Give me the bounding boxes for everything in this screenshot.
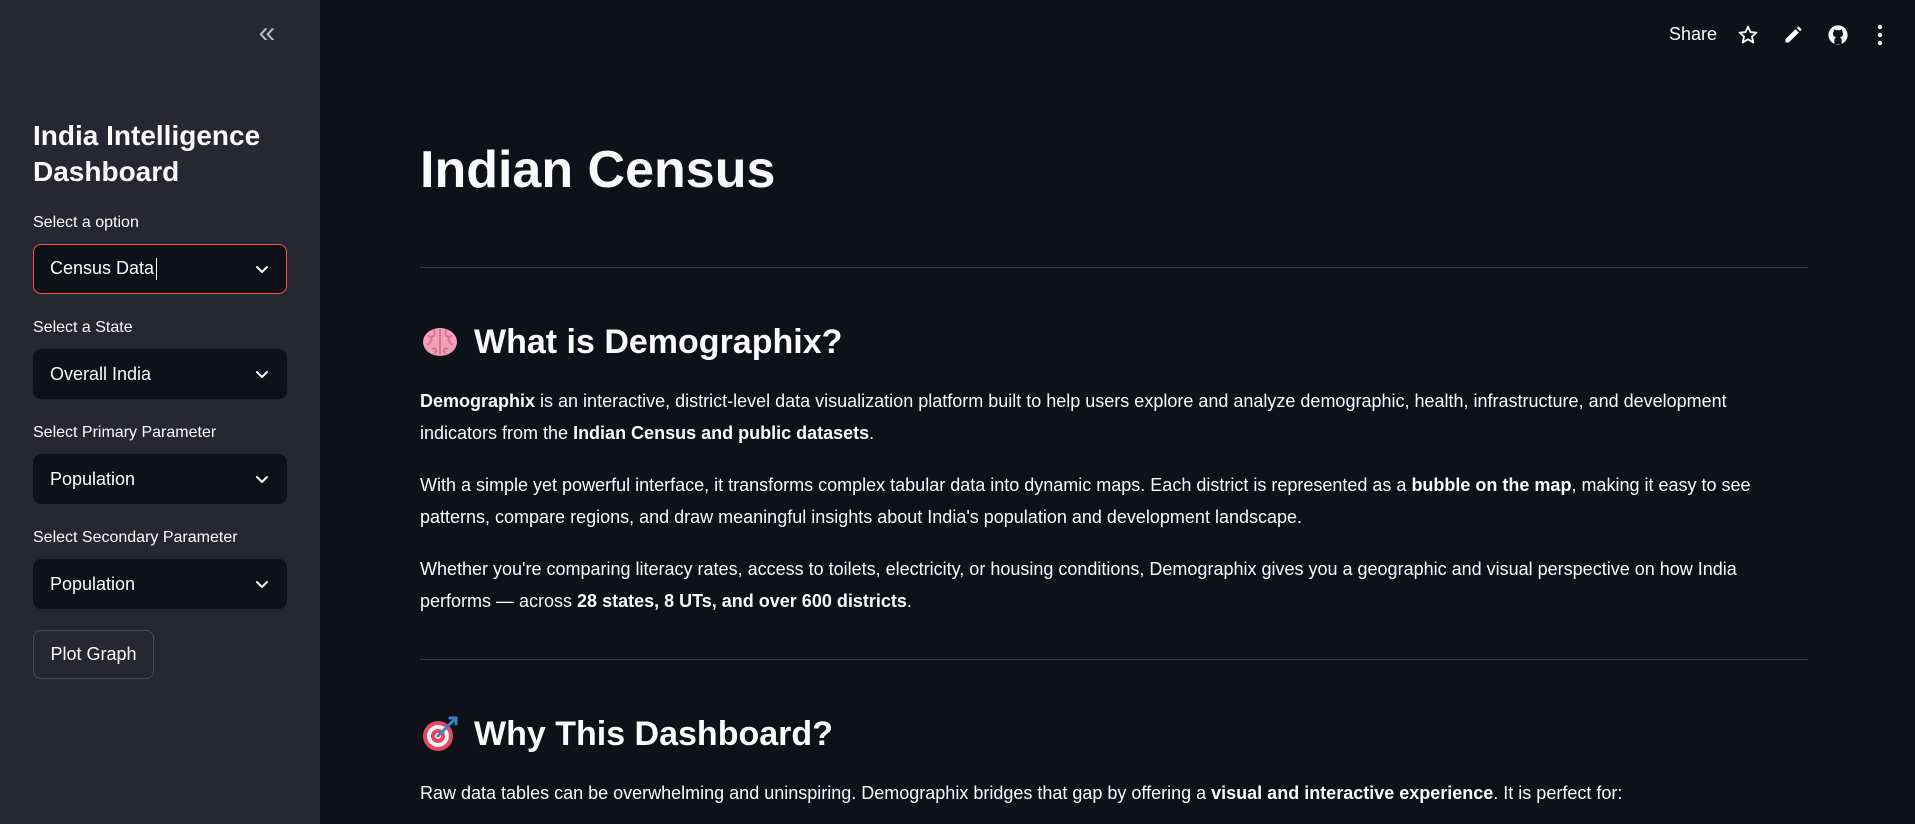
paragraph-text: . bbox=[869, 423, 875, 443]
bold-text: visual and interactive experience bbox=[1211, 783, 1494, 803]
share-button[interactable]: Share bbox=[1669, 24, 1717, 45]
paragraph-text: . bbox=[906, 591, 912, 611]
paragraph: Raw data tables can be overwhelming and … bbox=[420, 777, 1808, 809]
bold-text: Indian Census and public datasets bbox=[573, 423, 870, 443]
option-select[interactable]: Census Data bbox=[33, 244, 287, 294]
option-select-label: Select a option bbox=[33, 214, 139, 231]
primary-parameter-label: Select Primary Parameter bbox=[33, 424, 217, 441]
paragraph: Demographix is an interactive, district-… bbox=[420, 385, 1808, 449]
chevron-down-icon bbox=[254, 366, 270, 382]
star-icon[interactable] bbox=[1735, 22, 1761, 48]
state-select-value: Overall India bbox=[50, 363, 152, 384]
secondary-parameter-value: Population bbox=[50, 573, 136, 594]
section-heading-text: What is Demographix? bbox=[474, 322, 843, 361]
sidebar: « India Intelligence Dashboard Select a … bbox=[0, 0, 320, 824]
state-select-label: Select a State bbox=[33, 319, 133, 336]
plot-graph-button[interactable]: Plot Graph bbox=[33, 630, 154, 679]
bold-text: Demographix bbox=[420, 391, 536, 411]
chevron-down-icon bbox=[254, 261, 270, 277]
more-vertical-icon[interactable] bbox=[1867, 22, 1893, 48]
paragraph: Whether you're comparing literacy rates,… bbox=[420, 553, 1808, 617]
bold-text: bubble on the map bbox=[1411, 475, 1572, 495]
bold-text: 28 states, 8 UTs, and over 600 districts bbox=[577, 591, 907, 611]
edit-pencil-icon[interactable] bbox=[1780, 22, 1806, 48]
option-select-value: Census Data bbox=[50, 257, 155, 278]
paragraph-text: . It is perfect for: bbox=[1493, 783, 1623, 803]
paragraph-text: With a simple yet powerful interface, it… bbox=[420, 475, 1412, 495]
chevron-down-icon bbox=[254, 471, 270, 487]
section-heading-text: Why This Dashboard? bbox=[474, 714, 833, 753]
secondary-parameter-label: Select Secondary Parameter bbox=[33, 529, 238, 546]
primary-parameter-select[interactable]: Population bbox=[33, 454, 287, 504]
divider bbox=[420, 659, 1808, 660]
paragraph: With a simple yet powerful interface, it… bbox=[420, 469, 1808, 533]
section-heading-why: Why This Dashboard? bbox=[420, 714, 833, 754]
text-caret bbox=[156, 258, 158, 281]
double-chevron-left-icon[interactable]: « bbox=[252, 18, 282, 48]
github-icon[interactable] bbox=[1825, 22, 1851, 48]
sidebar-title: India Intelligence Dashboard bbox=[33, 120, 261, 187]
target-icon bbox=[420, 714, 460, 754]
paragraph-text: Raw data tables can be overwhelming and … bbox=[420, 783, 1212, 803]
divider bbox=[420, 267, 1808, 268]
brain-icon bbox=[420, 322, 460, 362]
page-title: Indian Census bbox=[420, 141, 776, 199]
primary-parameter-value: Population bbox=[50, 468, 136, 489]
secondary-parameter-select[interactable]: Population bbox=[33, 559, 287, 609]
state-select[interactable]: Overall India bbox=[33, 349, 287, 399]
section-heading-what-is: What is Demographix? bbox=[420, 322, 842, 362]
chevron-down-icon bbox=[254, 576, 270, 592]
